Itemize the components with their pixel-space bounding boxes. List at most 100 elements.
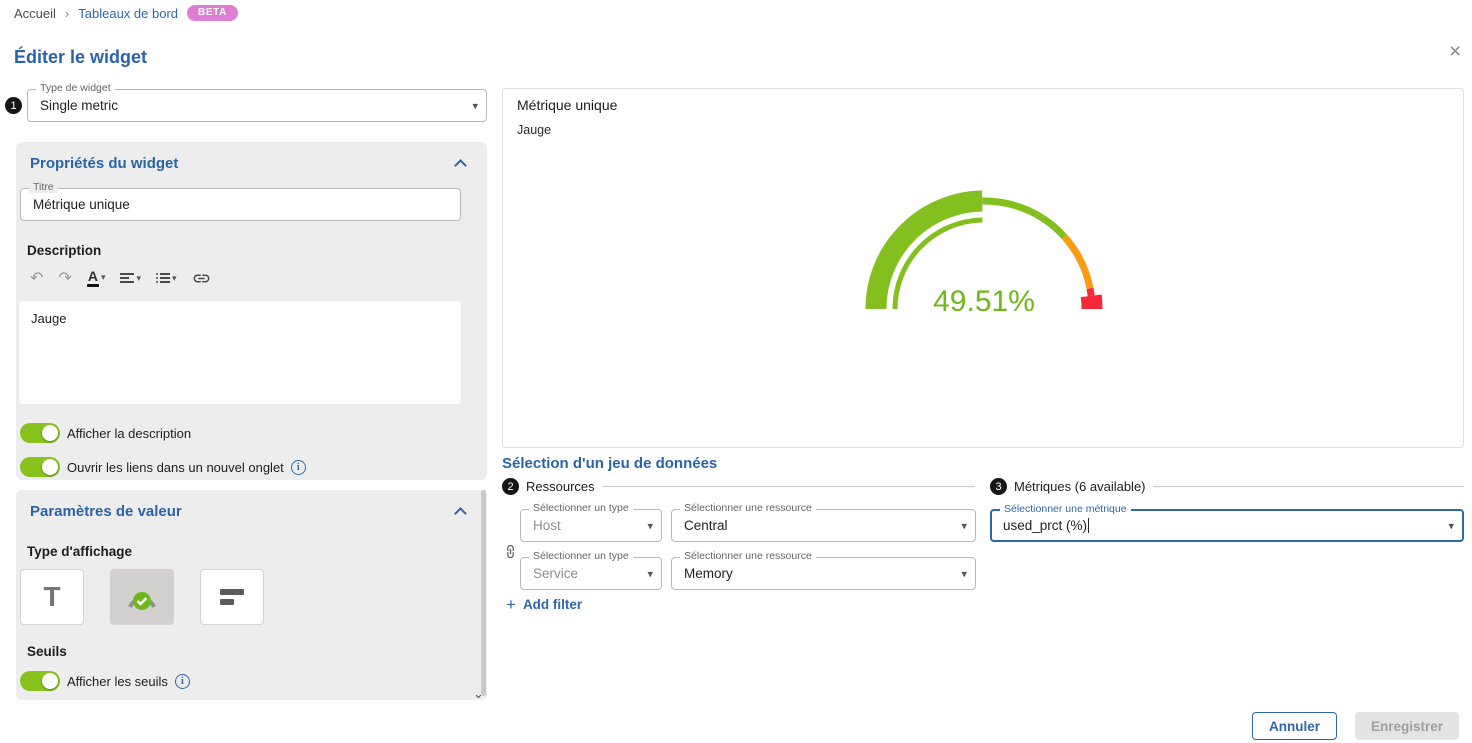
breadcrumb-separator-icon: › bbox=[65, 6, 69, 21]
collapse-value-settings-icon[interactable] bbox=[454, 507, 467, 520]
chevron-down-icon: ▾ bbox=[647, 519, 653, 532]
list-button[interactable]: ▾ bbox=[152, 273, 181, 284]
resource-label: Sélectionner une ressource bbox=[680, 503, 816, 514]
resource-row: Sélectionner un type Service ▾ Sélection… bbox=[520, 557, 976, 590]
widget-type-label: Type de widget bbox=[36, 83, 115, 94]
left-panel-scrollbar[interactable] bbox=[481, 490, 486, 696]
resource-select-1[interactable]: Sélectionner une ressource Central ▾ bbox=[671, 509, 976, 542]
metric-select[interactable]: Sélectionner une métrique used_prct (%) … bbox=[990, 509, 1464, 542]
close-icon[interactable]: × bbox=[1449, 41, 1461, 62]
chevron-down-icon: ▾ bbox=[472, 99, 478, 112]
display-type-gauge-button[interactable] bbox=[110, 569, 174, 625]
title-input[interactable]: Titre Métrique unique bbox=[20, 188, 461, 221]
cancel-button[interactable]: Annuler bbox=[1252, 712, 1337, 740]
thresholds-label: Seuils bbox=[27, 644, 487, 659]
preview-title: Métrique unique bbox=[517, 97, 617, 113]
gauge-critical-arc bbox=[1091, 296, 1092, 309]
insert-link-button[interactable] bbox=[188, 269, 215, 288]
value-settings-heading: Paramètres de valeur bbox=[30, 503, 182, 520]
collapse-properties-icon[interactable] bbox=[454, 159, 467, 172]
step-2-badge: 2 bbox=[502, 478, 519, 495]
plus-icon: + bbox=[506, 596, 516, 613]
info-icon[interactable]: i bbox=[291, 460, 306, 475]
breadcrumb-home-link[interactable]: Accueil bbox=[14, 6, 56, 21]
resource-select-2[interactable]: Sélectionner une ressource Memory ▾ bbox=[671, 557, 976, 590]
breadcrumb-dashboards-link[interactable]: Tableaux de bord bbox=[78, 6, 178, 21]
divider bbox=[602, 486, 975, 487]
widget-properties-panel: Propriétés du widget Titre Métrique uniq… bbox=[16, 142, 487, 480]
text-display-icon: T bbox=[43, 581, 60, 613]
display-type-text-button[interactable]: T bbox=[20, 569, 84, 625]
resources-header: 2 Ressources bbox=[502, 478, 975, 495]
metric-select-label: Sélectionner une métrique bbox=[1000, 504, 1131, 515]
font-color-icon: A bbox=[87, 269, 99, 287]
link-icon bbox=[192, 269, 211, 288]
metrics-label: Métriques (6 available) bbox=[1014, 479, 1146, 494]
toggle-knob bbox=[42, 425, 58, 441]
scroll-down-icon[interactable]: ⌄ bbox=[473, 686, 484, 702]
resource-type-value: Service bbox=[533, 566, 578, 581]
widget-type-value: Single metric bbox=[40, 98, 118, 113]
show-thresholds-toggle[interactable] bbox=[20, 671, 60, 691]
footer-actions: Annuler Enregistrer bbox=[1252, 712, 1459, 740]
info-icon[interactable]: i bbox=[175, 674, 190, 689]
chevron-down-icon: ▾ bbox=[1448, 519, 1454, 532]
chevron-down-icon: ▾ bbox=[647, 567, 653, 580]
gauge-scale-red-thin bbox=[1090, 288, 1091, 295]
align-button[interactable]: ▾ bbox=[116, 273, 145, 284]
gauge-display-icon bbox=[124, 581, 160, 613]
display-type-label: Type d'affichage bbox=[27, 544, 487, 559]
resource-value: Central bbox=[684, 518, 728, 533]
toggle-knob bbox=[42, 673, 58, 689]
text-cursor bbox=[1088, 518, 1089, 533]
resource-label: Sélectionner une ressource bbox=[680, 551, 816, 562]
dataset-heading: Sélection d'un jeu de données bbox=[502, 455, 717, 472]
undo-icon[interactable]: ↶ bbox=[26, 268, 47, 288]
resource-type-label: Sélectionner un type bbox=[529, 503, 633, 514]
open-links-toggle[interactable] bbox=[20, 457, 60, 477]
font-color-button[interactable]: A ▾ bbox=[83, 269, 110, 287]
resource-value: Memory bbox=[684, 566, 733, 581]
add-filter-button[interactable]: + Add filter bbox=[506, 596, 582, 613]
save-button[interactable]: Enregistrer bbox=[1355, 712, 1459, 740]
resource-type-label: Sélectionner un type bbox=[529, 551, 633, 562]
divider bbox=[1153, 486, 1464, 487]
title-input-value: Métrique unique bbox=[33, 197, 130, 212]
resource-type-select-2[interactable]: Sélectionner un type Service ▾ bbox=[520, 557, 662, 590]
toggle-knob bbox=[42, 459, 58, 475]
metric-select-value: used_prct (%) bbox=[1003, 518, 1087, 533]
show-thresholds-label: Afficher les seuils bbox=[67, 674, 168, 689]
chevron-down-icon: ▾ bbox=[136, 273, 141, 284]
description-label: Description bbox=[27, 243, 487, 258]
resource-row: Sélectionner un type Host ▾ Sélectionner… bbox=[520, 509, 976, 542]
align-left-icon bbox=[120, 273, 134, 283]
resource-type-select-1[interactable]: Sélectionner un type Host ▾ bbox=[520, 509, 662, 542]
widget-editor-page: Accueil › Tableaux de bord BETA Éditer l… bbox=[0, 0, 1472, 743]
gauge-chart: 49.51% bbox=[824, 151, 1144, 331]
title-input-label: Titre bbox=[29, 182, 58, 193]
beta-badge: BETA bbox=[187, 5, 238, 21]
step-3-badge: 3 bbox=[990, 478, 1007, 495]
gauge-value-text: 49.51% bbox=[933, 285, 1035, 318]
step-1-badge: 1 bbox=[5, 97, 22, 114]
preview-subtitle: Jauge bbox=[517, 123, 551, 137]
chevron-down-icon: ▾ bbox=[961, 567, 967, 580]
breadcrumb: Accueil › Tableaux de bord BETA bbox=[14, 5, 238, 21]
description-textarea[interactable]: Jauge bbox=[19, 301, 461, 404]
page-title: Éditer le widget bbox=[14, 47, 147, 68]
chevron-down-icon: ▾ bbox=[961, 519, 967, 532]
value-settings-panel: Paramètres de valeur Type d'affichage T … bbox=[16, 490, 487, 700]
richtext-toolbar: ↶ ↷ A ▾ ▾ ▾ bbox=[26, 267, 487, 289]
resource-type-value: Host bbox=[533, 518, 561, 533]
widget-preview: Métrique unique Jauge 49.51% bbox=[502, 88, 1464, 448]
redo-icon[interactable]: ↷ bbox=[54, 268, 75, 288]
properties-heading: Propriétés du widget bbox=[30, 155, 178, 172]
gauge-scale-orange bbox=[1064, 237, 1090, 289]
display-type-bar-button[interactable] bbox=[200, 569, 264, 625]
bar-display-icon bbox=[220, 589, 244, 605]
widget-type-select[interactable]: Type de widget Single metric ▾ bbox=[27, 89, 487, 122]
chevron-down-icon: ▾ bbox=[172, 273, 177, 284]
resources-label: Ressources bbox=[526, 479, 595, 494]
show-description-toggle[interactable] bbox=[20, 423, 60, 443]
open-links-label: Ouvrir les liens dans un nouvel onglet bbox=[67, 460, 284, 475]
